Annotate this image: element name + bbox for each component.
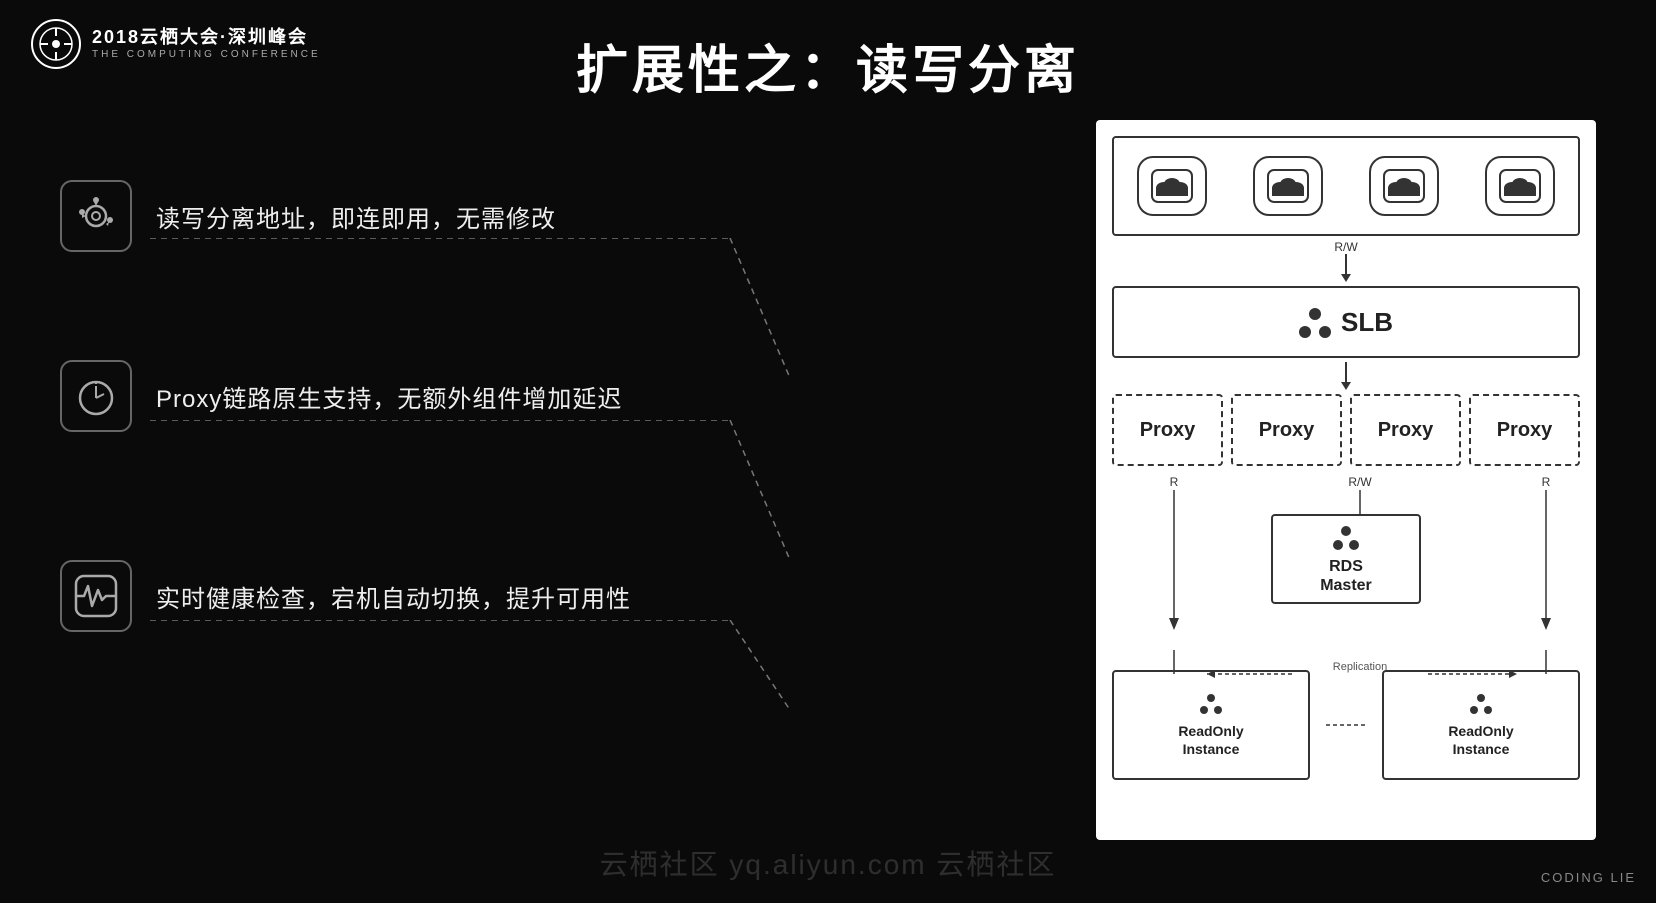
cloud-client-1 bbox=[1137, 156, 1207, 216]
proxy-box-4: Proxy bbox=[1469, 394, 1580, 466]
timer-icon bbox=[60, 360, 132, 432]
connector-3 bbox=[150, 620, 790, 740]
proxy-box-3: Proxy bbox=[1350, 394, 1461, 466]
cloud-client-2 bbox=[1253, 156, 1323, 216]
slb-to-proxy-arrow bbox=[1112, 358, 1580, 394]
clients-row bbox=[1112, 136, 1580, 236]
rds-master-box: RDSMaster bbox=[1271, 514, 1421, 604]
header: 2018云栖大会·深圳峰会 THE COMPUTING CONFERENCE bbox=[30, 18, 321, 70]
cloud-client-4 bbox=[1485, 156, 1555, 216]
svg-text:R: R bbox=[1542, 475, 1551, 489]
feature-1-text: 读写分离地址，即连即用，无需修改 bbox=[156, 199, 556, 234]
logo-main-text: 2018云栖大会·深圳峰会 bbox=[92, 27, 321, 49]
replication-area: Replication bbox=[1112, 650, 1580, 780]
readonly-1-label: ReadOnlyInstance bbox=[1178, 722, 1243, 758]
sync-icon bbox=[60, 180, 132, 252]
rw-label: R/W bbox=[1334, 240, 1357, 254]
logo-text-group: 2018云栖大会·深圳峰会 THE COMPUTING CONFERENCE bbox=[92, 27, 321, 61]
corner-watermark: CODING LIE bbox=[1541, 870, 1636, 885]
cloud-client-3 bbox=[1369, 156, 1439, 216]
proxy-box-2: Proxy bbox=[1231, 394, 1342, 466]
heartbeat-icon bbox=[60, 560, 132, 632]
architecture-diagram: R/W SLB Proxy Proxy bbox=[1096, 120, 1596, 840]
logo-sub-text: THE COMPUTING CONFERENCE bbox=[92, 49, 321, 61]
page-title: 扩展性之：读写分离 bbox=[576, 28, 1080, 103]
feature-2-text: Proxy链路原生支持，无额外组件增加延迟 bbox=[156, 379, 622, 414]
readonly-instance-1: ReadOnlyInstance bbox=[1112, 670, 1310, 780]
left-panel: 读写分离地址，即连即用，无需修改 Proxy链路原生支持，无额外组件增加延迟 bbox=[60, 130, 780, 830]
db-connection-area: R R/W R RDSMaster bbox=[1112, 470, 1580, 650]
svg-text:R: R bbox=[1170, 475, 1179, 489]
rw-arrow: R/W bbox=[1112, 236, 1580, 286]
rds-master-label: RDSMaster bbox=[1320, 557, 1372, 595]
readonly-instance-2: ReadOnlyInstance bbox=[1382, 670, 1580, 780]
readonly-connector bbox=[1326, 670, 1366, 780]
proxies-row: Proxy Proxy Proxy Proxy bbox=[1112, 394, 1580, 466]
watermark: 云栖社区 yq.aliyun.com 云栖社区 bbox=[600, 843, 1057, 883]
conference-logo-icon bbox=[30, 18, 82, 70]
readonly-2-label: ReadOnlyInstance bbox=[1448, 722, 1513, 758]
svg-text:R/W: R/W bbox=[1348, 475, 1372, 489]
proxy-box-1: Proxy bbox=[1112, 394, 1223, 466]
slb-label: SLB bbox=[1341, 307, 1393, 338]
feature-3-text: 实时健康检查，宕机自动切换，提升可用性 bbox=[156, 579, 631, 614]
readonly-instances-row: ReadOnlyInstance ReadOnlyInstance bbox=[1112, 670, 1580, 780]
slb-box: SLB bbox=[1112, 286, 1580, 358]
